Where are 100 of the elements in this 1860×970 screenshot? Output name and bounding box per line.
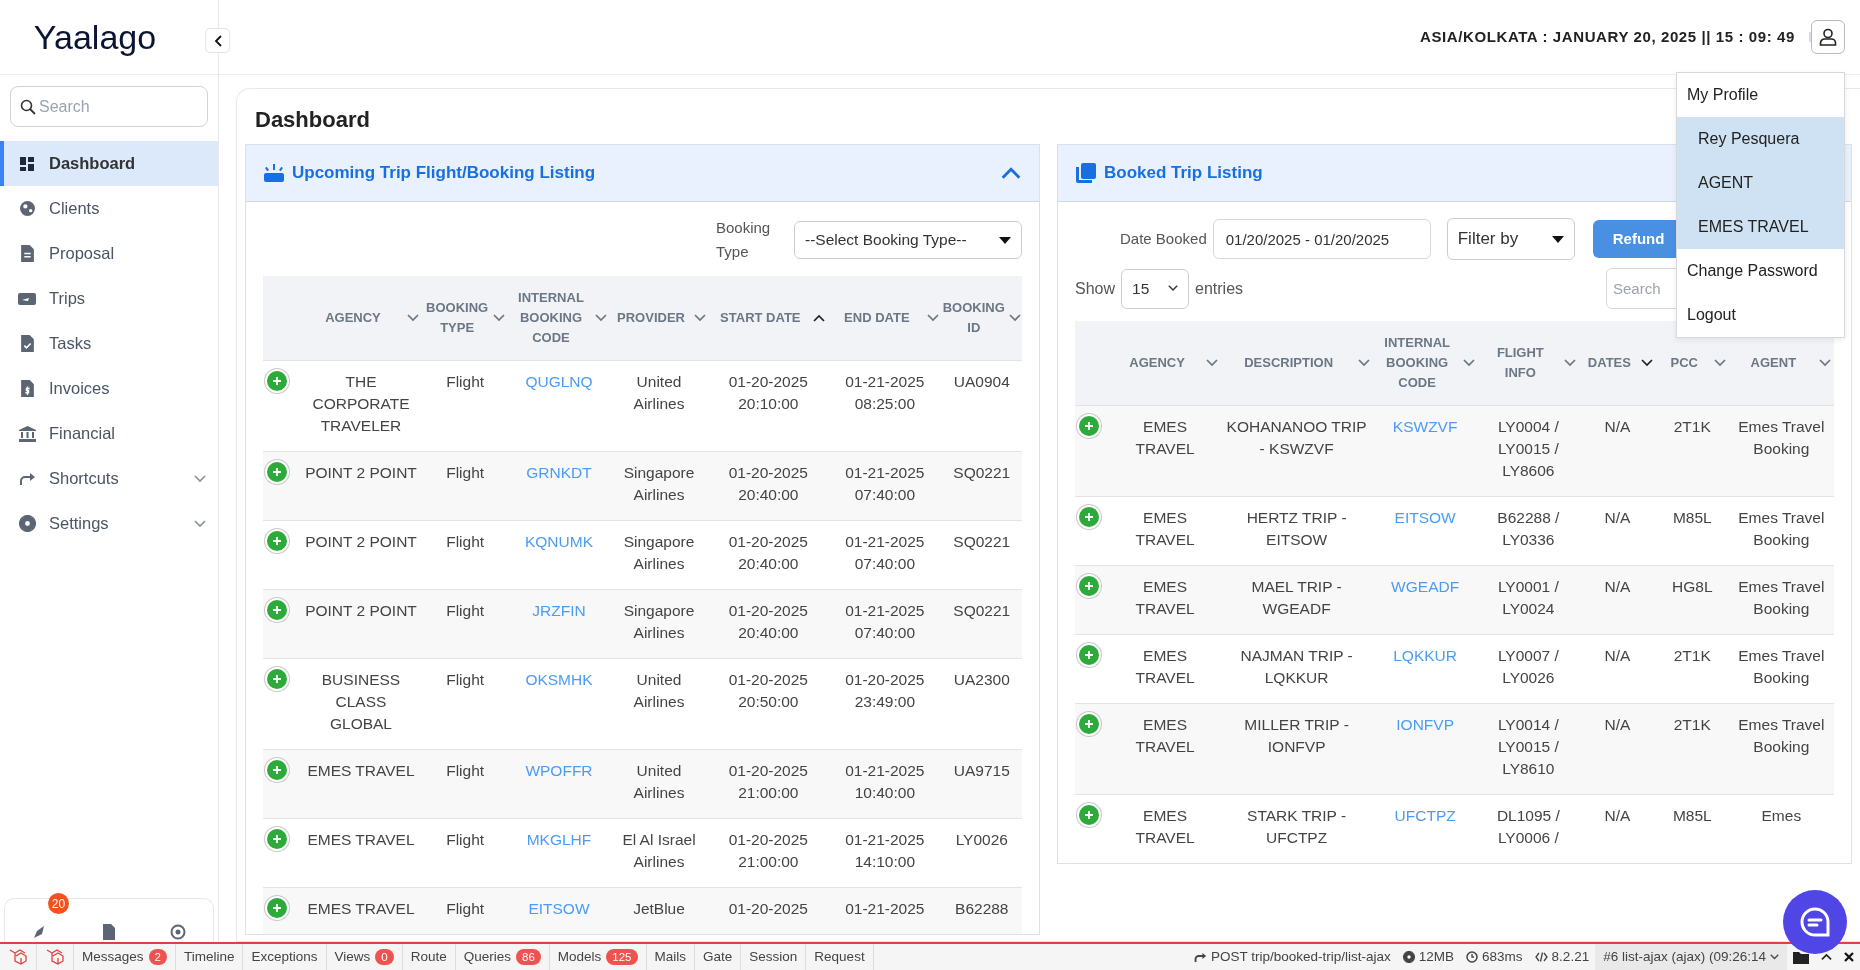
- debugbar-tab[interactable]: Request: [806, 944, 874, 970]
- debugbar-tab[interactable]: Messages 2: [74, 944, 176, 970]
- column-header[interactable]: BOOKING TYPE: [424, 297, 490, 338]
- expand-row-button[interactable]: [267, 370, 287, 391]
- table-cell: Emes Travel Booking: [1738, 646, 1825, 686]
- booking-code-link[interactable]: KQNUMK: [524, 532, 593, 550]
- sidebar-item[interactable]: Financial: [0, 411, 218, 456]
- expand-row-button[interactable]: [267, 668, 287, 689]
- expand-row-button[interactable]: [267, 530, 287, 551]
- sidebar-item[interactable]: Shortcuts: [0, 456, 218, 501]
- column-header[interactable]: PROVIDER: [612, 307, 690, 328]
- booking-code-link[interactable]: JRZFIN: [532, 601, 586, 619]
- debugbar-tab[interactable]: Route: [402, 944, 456, 970]
- sidebar-item[interactable]: Proposal: [0, 231, 218, 276]
- table-cell: JetBlue: [633, 899, 685, 917]
- bank-icon: [18, 425, 36, 442]
- expand-row-button[interactable]: [1079, 713, 1099, 734]
- table-cell: M85L: [1672, 508, 1712, 526]
- collapse-icon[interactable]: [1001, 166, 1021, 180]
- column-header[interactable]: BOOKING ID: [942, 297, 1005, 338]
- expand-row-button[interactable]: [1079, 506, 1099, 527]
- column-header[interactable]: PCC: [1658, 352, 1710, 373]
- booking-code-link[interactable]: WPOFFR: [525, 761, 593, 779]
- menu-item[interactable]: Logout: [1677, 293, 1844, 337]
- column-header[interactable]: END DATE: [831, 307, 923, 328]
- table-cell: Flight: [446, 670, 485, 688]
- user-menu-button[interactable]: [1811, 20, 1845, 54]
- expand-row-button[interactable]: [1079, 644, 1099, 665]
- chat-icon: [1799, 906, 1831, 938]
- column-header[interactable]: START DATE: [711, 307, 810, 328]
- sort-icon[interactable]: [813, 313, 826, 322]
- expand-row-button[interactable]: [1079, 804, 1099, 825]
- debugbar-tab[interactable]: Queries 86: [455, 944, 550, 970]
- document-icon[interactable]: [102, 924, 116, 940]
- debugbar-tab[interactable]: Views 0: [326, 944, 403, 970]
- filter-select[interactable]: Filter by: [1446, 218, 1575, 260]
- table-cell: 01-20-2025 21:00:00: [728, 761, 808, 801]
- menu-item[interactable]: My Profile: [1677, 73, 1844, 117]
- booking-code-link[interactable]: EITSOW: [1394, 508, 1456, 526]
- column-header[interactable]: DESCRIPTION: [1223, 352, 1354, 373]
- booking-code-link[interactable]: OKSMHK: [525, 670, 593, 688]
- date-range-field[interactable]: 01/20/2025 - 01/20/2025: [1212, 219, 1431, 259]
- booking-type-select[interactable]: --Select Booking Type--: [794, 221, 1022, 259]
- request-select[interactable]: #6 list-ajax (ajax) (09:26:14: [1595, 944, 1787, 970]
- sidebar-item[interactable]: Tasks: [0, 321, 218, 366]
- expand-row-button[interactable]: [267, 897, 287, 918]
- close-icon[interactable]: [1844, 952, 1854, 962]
- booking-code-link[interactable]: LQKKUR: [1393, 646, 1457, 664]
- debugbar-tab[interactable]: Mails: [646, 944, 696, 970]
- sidebar-item[interactable]: Settings: [0, 501, 218, 546]
- dashboard-icon: [19, 155, 35, 172]
- menu-info-text: EMES TRAVEL: [1677, 205, 1844, 249]
- expand-row-button[interactable]: [1079, 415, 1099, 436]
- table-cell: BUSINESS CLASS GLOBAL: [321, 670, 401, 732]
- booking-code-link[interactable]: GRNKDT: [526, 463, 592, 481]
- logo-icon[interactable]: [8, 947, 28, 967]
- booking-code-link[interactable]: IONFVP: [1396, 715, 1454, 733]
- sidebar-item[interactable]: Clients: [0, 186, 218, 231]
- collapse-sidebar-button[interactable]: [205, 28, 230, 53]
- column-header[interactable]: AGENCY: [303, 307, 403, 328]
- booking-code-link[interactable]: QUGLNQ: [525, 372, 593, 390]
- expand-row-button[interactable]: [267, 599, 287, 620]
- column-header[interactable]: FLIGHT INFO: [1480, 342, 1560, 383]
- table-cell: SQ0221: [953, 532, 1011, 550]
- search-field[interactable]: Search: [10, 86, 208, 127]
- booking-code-link[interactable]: EITSOW: [528, 899, 590, 917]
- sidebar-item[interactable]: Trips: [0, 276, 218, 321]
- table-cell: Flight: [446, 532, 485, 550]
- request-text: POST trip/booked-trip/list-ajax: [1210, 947, 1391, 966]
- debugbar-tab[interactable]: Exceptions: [243, 944, 327, 970]
- chevron-up-icon[interactable]: [1821, 953, 1832, 961]
- debugbar-tab[interactable]: Session: [741, 944, 807, 970]
- count-badge: 0: [375, 949, 394, 965]
- column-header[interactable]: INTERNAL BOOKING CODE: [1375, 332, 1459, 393]
- sort-icon[interactable]: [1640, 358, 1653, 367]
- table-cell: Flight: [446, 372, 485, 390]
- target-icon[interactable]: [170, 924, 186, 940]
- debugbar-tab[interactable]: Gate: [695, 944, 742, 970]
- expand-row-button[interactable]: [267, 828, 287, 849]
- sidebar-item[interactable]: Dashboard: [0, 141, 218, 186]
- column-header[interactable]: INTERNAL BOOKING CODE: [511, 287, 591, 348]
- logo-icon[interactable]: [45, 947, 65, 967]
- booking-code-link[interactable]: UFCTPZ: [1394, 806, 1456, 824]
- page-size-select[interactable]: 15: [1121, 268, 1190, 309]
- expand-row-button[interactable]: [267, 461, 287, 482]
- table-cell: UA0904: [953, 372, 1010, 390]
- booking-code-link[interactable]: MKGLHF: [526, 830, 592, 848]
- expand-row-button[interactable]: [267, 759, 287, 780]
- plus-icon: [1084, 809, 1094, 820]
- debugbar-tab[interactable]: Timeline: [175, 944, 244, 970]
- sidebar-item[interactable]: Invoices: [0, 366, 218, 411]
- folder-icon[interactable]: [1793, 950, 1809, 964]
- booking-code-link[interactable]: WGEADF: [1391, 577, 1460, 595]
- expand-row-button[interactable]: [1079, 575, 1099, 596]
- column-header[interactable]: DATES: [1581, 352, 1637, 373]
- column-header[interactable]: AGENCY: [1112, 352, 1202, 373]
- debugbar-tab[interactable]: Models 125: [549, 944, 647, 970]
- booking-code-link[interactable]: KSWZVF: [1392, 417, 1458, 435]
- column-header[interactable]: AGENT: [1731, 352, 1815, 373]
- table-cell: EMES TRAVEL: [307, 899, 415, 917]
